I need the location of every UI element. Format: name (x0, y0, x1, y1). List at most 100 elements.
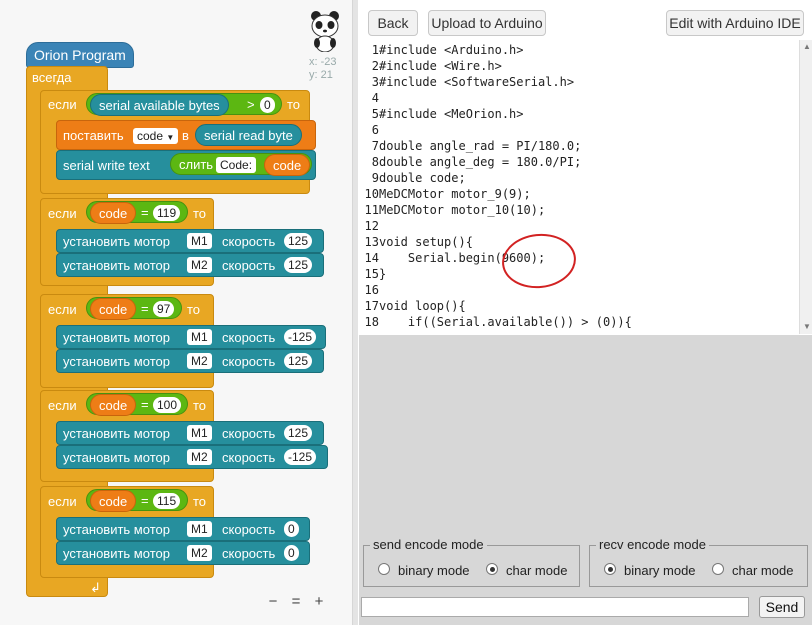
line-number: 16 (364, 283, 379, 297)
motor-port-dropdown[interactable]: M1 (187, 521, 212, 537)
variable-dropdown[interactable]: code ▼ (133, 128, 179, 144)
code-variable-reporter[interactable]: code (90, 490, 137, 512)
set-motor-block[interactable]: установить мотор M1 скорость 0 (56, 517, 310, 541)
equals-symbol: = (141, 397, 149, 412)
operand-input[interactable]: 0 (260, 97, 275, 113)
zoom-out-icon[interactable]: − (264, 593, 282, 611)
back-button[interactable]: Back (368, 10, 418, 36)
set-motor-block[interactable]: установить мотор M2 скорость 0 (56, 541, 310, 565)
serial-write-label: serial write text (63, 158, 150, 173)
code-line[interactable]: 7double angle_rad = PI/180.0; (359, 139, 582, 155)
speed-dropdown[interactable]: 125 (284, 353, 313, 369)
speed-dropdown[interactable]: -125 (284, 329, 317, 345)
edit-with-arduino-ide-button[interactable]: Edit with Arduino IDE (666, 10, 804, 36)
loop-arrow-icon: ↲ (90, 580, 101, 595)
panel-divider[interactable] (352, 0, 358, 625)
code-editor[interactable]: 1#include <Arduino.h> 2#include <Wire.h> 3… (359, 40, 799, 334)
code-line[interactable]: 16 (359, 283, 379, 299)
serial-send-input[interactable] (361, 597, 749, 617)
blocks-workspace[interactable]: x: -23 y: 21 Orion Program всегда ↲ если… (0, 0, 352, 625)
line-number: 18 (364, 315, 379, 329)
motor-port-dropdown[interactable]: M2 (187, 257, 212, 273)
set-motor-block[interactable]: установить мотор M2 скорость 125 (56, 253, 324, 277)
code-line[interactable]: 3#include <SoftwareSerial.h> (359, 75, 574, 91)
code-line[interactable]: 12 (359, 219, 379, 235)
set-motor-label: установить мотор (63, 234, 170, 249)
code-line[interactable]: 11MeDCMotor motor_10(10); (359, 203, 546, 219)
recv-encode-mode-group: recv encode mode binary mode char mode (589, 537, 808, 587)
motor-port-dropdown[interactable]: M1 (187, 233, 212, 249)
code-text: #include <Wire.h> (379, 59, 502, 73)
code-line[interactable]: 2#include <Wire.h> (359, 59, 502, 75)
send-button[interactable]: Send (759, 596, 805, 618)
serial-available-bytes-reporter[interactable]: serial available bytes (90, 94, 229, 116)
motor-port-dropdown[interactable]: M2 (187, 545, 212, 561)
motor-port-dropdown[interactable]: M2 (187, 449, 212, 465)
panda-icon (311, 11, 339, 52)
speed-dropdown[interactable]: 125 (284, 257, 313, 273)
speed-dropdown[interactable]: 0 (284, 521, 299, 537)
code-line[interactable]: 17void loop(){ (359, 299, 466, 315)
line-number: 8 (371, 155, 379, 169)
speed-label: скорость (222, 426, 276, 441)
code-text: #include <Arduino.h> (379, 43, 524, 57)
greater-than-symbol: > (247, 97, 255, 112)
orion-program-hat-block[interactable]: Orion Program (26, 42, 134, 68)
recv-binary-radio[interactable] (604, 563, 616, 575)
chevron-down-icon: ▼ (166, 133, 175, 142)
serial-read-byte-reporter[interactable]: serial read byte (195, 124, 302, 146)
compare-value-input[interactable]: 119 (153, 205, 181, 221)
speed-dropdown[interactable]: 125 (284, 233, 313, 249)
code-line[interactable]: 1#include <Arduino.h> (359, 43, 524, 59)
code-line[interactable]: 10MeDCMotor motor_9(9); (359, 187, 531, 203)
code-variable-reporter[interactable]: code (90, 394, 137, 416)
line-number: 3 (371, 75, 379, 89)
code-line[interactable]: 5#include <MeOrion.h> (359, 107, 524, 123)
then-keyword: то (193, 494, 207, 509)
set-motor-block[interactable]: установить мотор M1 скорость -125 (56, 325, 326, 349)
recv-char-label: char mode (732, 563, 794, 578)
code-line[interactable]: 4 (359, 91, 379, 107)
in-keyword: в (182, 128, 189, 143)
motor-port-dropdown[interactable]: M1 (187, 329, 212, 345)
code-variable-reporter[interactable]: code (264, 154, 311, 176)
upload-to-arduino-button[interactable]: Upload to Arduino (428, 10, 546, 36)
zoom-in-icon[interactable]: + (310, 593, 328, 611)
speed-label: скорость (222, 450, 276, 465)
if-keyword: если (48, 97, 77, 112)
code-line[interactable]: 9double code; (359, 171, 466, 187)
scroll-down-icon[interactable]: ▼ (803, 322, 811, 331)
set-motor-block[interactable]: установить мотор M1 скорость 125 (56, 229, 324, 253)
code-variable-reporter[interactable]: code (90, 202, 137, 224)
motor-port-dropdown[interactable]: M2 (187, 353, 212, 369)
code-line[interactable]: 8double angle_deg = 180.0/PI; (359, 155, 582, 171)
code-text: #include <SoftwareSerial.h> (379, 75, 575, 89)
speed-dropdown[interactable]: 125 (284, 425, 313, 441)
code-line[interactable]: 6 (359, 123, 379, 139)
line-number: 4 (371, 91, 379, 105)
code-line[interactable]: 15} (359, 267, 387, 283)
send-char-radio[interactable] (486, 563, 498, 575)
join-text-input[interactable]: Code: (216, 157, 257, 173)
recv-binary-label: binary mode (624, 563, 696, 578)
zoom-reset-icon[interactable]: = (287, 593, 305, 611)
motor-port-dropdown[interactable]: M1 (187, 425, 212, 441)
set-motor-block[interactable]: установить мотор M1 скорость 125 (56, 421, 324, 445)
compare-value-input[interactable]: 100 (153, 397, 182, 413)
if-keyword: если (48, 494, 77, 509)
set-motor-block[interactable]: установить мотор M2 скорость -125 (56, 445, 328, 469)
compare-value-input[interactable]: 97 (153, 301, 175, 317)
equals-symbol: = (141, 301, 149, 316)
code-line[interactable]: 18 if((Serial.available()) > (0)){ (359, 315, 632, 331)
recv-char-radio[interactable] (712, 563, 724, 575)
code-line[interactable]: 13void setup(){ (359, 235, 473, 251)
code-scrollbar[interactable]: ▲ ▼ (799, 40, 812, 334)
speed-dropdown[interactable]: -125 (284, 449, 317, 465)
speed-dropdown[interactable]: 0 (284, 545, 299, 561)
scroll-up-icon[interactable]: ▲ (803, 42, 811, 51)
set-motor-block[interactable]: установить мотор M2 скорость 125 (56, 349, 324, 373)
code-variable-reporter[interactable]: code (90, 298, 137, 320)
send-binary-radio[interactable] (378, 563, 390, 575)
compare-value-input[interactable]: 115 (153, 493, 181, 509)
code-text: } (379, 267, 387, 281)
